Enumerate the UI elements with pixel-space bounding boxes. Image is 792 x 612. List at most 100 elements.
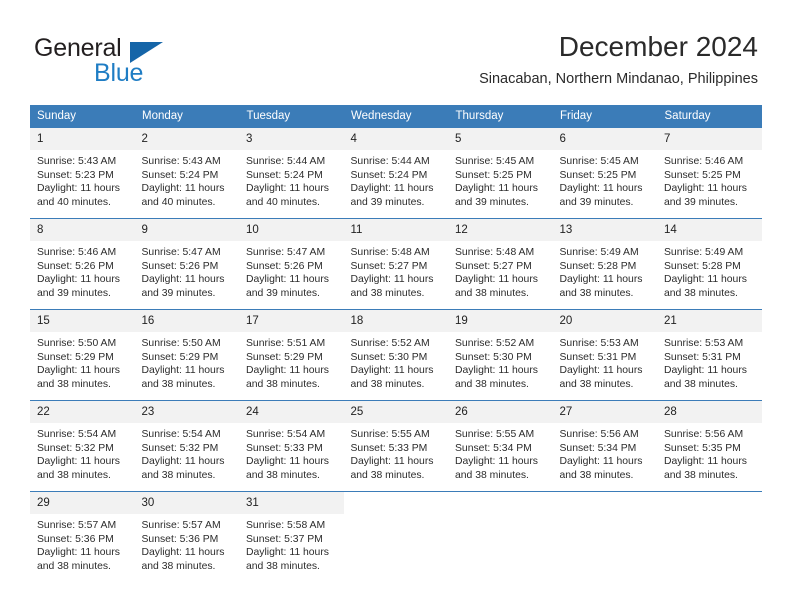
day-details <box>448 514 553 519</box>
sunset-text: Sunset: 5:36 PM <box>37 533 114 545</box>
day-details: Sunrise: 5:44 AM Sunset: 5:24 PM Daylight:… <box>239 150 344 209</box>
general-blue-logo[interactable]: General Blue <box>34 34 234 88</box>
sunset-text: Sunset: 5:24 PM <box>246 169 323 181</box>
calendar-day-cell[interactable]: 30 Sunrise: 5:57 AM Sunset: 5:36 PM Dayligh… <box>134 491 239 582</box>
day-cell-inner <box>343 492 448 582</box>
day-details: Sunrise: 5:44 AM Sunset: 5:24 PM Daylight:… <box>344 150 449 209</box>
calendar-day-cell[interactable]: 11 Sunrise: 5:48 AM Sunset: 5:27 PM Dayligh… <box>343 218 448 310</box>
sunset-text: Sunset: 5:26 PM <box>246 260 323 272</box>
calendar-day-cell[interactable]: 28 Sunrise: 5:56 AM Sunset: 5:35 PM Dayligh… <box>657 400 762 492</box>
calendar-day-cell[interactable]: 8 Sunrise: 5:46 AM Sunset: 5:26 PM Daylight… <box>30 218 135 310</box>
day-number: 15 <box>30 310 135 332</box>
calendar-day-cell[interactable]: 1 Sunrise: 5:43 AM Sunset: 5:23 PM Daylight… <box>30 127 135 219</box>
daylight-text-line2: and 38 minutes. <box>559 287 634 299</box>
calendar-day-cell-empty <box>448 491 553 582</box>
calendar-day-cell[interactable]: 13 Sunrise: 5:49 AM Sunset: 5:28 PM Dayligh… <box>552 218 657 310</box>
calendar-day-cell[interactable]: 21 Sunrise: 5:53 AM Sunset: 5:31 PM Dayligh… <box>657 309 762 401</box>
calendar-day-cell[interactable]: 10 Sunrise: 5:47 AM Sunset: 5:26 PM Dayligh… <box>239 218 344 310</box>
sunset-text: Sunset: 5:25 PM <box>559 169 637 181</box>
day-details: Sunrise: 5:43 AM Sunset: 5:24 PM Daylight:… <box>135 150 240 209</box>
day-details: Sunrise: 5:45 AM Sunset: 5:25 PM Daylight:… <box>553 150 658 209</box>
sunset-text: Sunset: 5:36 PM <box>141 533 219 545</box>
weekday-header-monday: Monday <box>134 105 240 128</box>
calendar-day-cell[interactable]: 17 Sunrise: 5:51 AM Sunset: 5:29 PM Dayligh… <box>239 309 344 401</box>
day-number: 12 <box>448 219 553 241</box>
day-details: Sunrise: 5:49 AM Sunset: 5:28 PM Daylight:… <box>657 241 762 300</box>
daylight-text-line1: Daylight: 11 hours <box>37 365 120 377</box>
calendar-day-cell[interactable]: 23 Sunrise: 5:54 AM Sunset: 5:32 PM Dayligh… <box>134 400 239 492</box>
day-number: 31 <box>239 492 344 514</box>
calendar-day-cell[interactable]: 22 Sunrise: 5:54 AM Sunset: 5:32 PM Dayligh… <box>30 400 135 492</box>
day-cell-inner: 26 Sunrise: 5:55 AM Sunset: 5:34 PM Dayligh… <box>448 401 553 491</box>
calendar-day-cell[interactable]: 27 Sunrise: 5:56 AM Sunset: 5:34 PM Dayligh… <box>552 400 658 492</box>
sunset-text: Sunset: 5:27 PM <box>455 260 532 272</box>
daylight-text-line1: Daylight: 11 hours <box>559 274 643 286</box>
day-number: 8 <box>30 219 135 241</box>
sunrise-text: Sunrise: 5:55 AM <box>350 429 430 440</box>
sunrise-text: Sunrise: 5:49 AM <box>664 247 744 258</box>
day-cell-inner: 12 Sunrise: 5:48 AM Sunset: 5:27 PM Dayligh… <box>448 219 553 309</box>
daylight-text-line1: Daylight: 11 hours <box>141 274 225 286</box>
daylight-text-line2: and 39 minutes. <box>350 196 425 208</box>
day-cell-inner: 22 Sunrise: 5:54 AM Sunset: 5:32 PM Dayligh… <box>30 401 135 491</box>
day-cell-inner: 10 Sunrise: 5:47 AM Sunset: 5:26 PM Dayligh… <box>239 219 344 309</box>
day-number <box>343 492 448 514</box>
daylight-text-line1: Daylight: 11 hours <box>455 183 538 195</box>
day-details: Sunrise: 5:47 AM Sunset: 5:26 PM Daylight:… <box>135 241 240 300</box>
daylight-text-line2: and 38 minutes. <box>37 469 111 481</box>
calendar-day-cell[interactable]: 24 Sunrise: 5:54 AM Sunset: 5:33 PM Dayligh… <box>239 400 344 492</box>
sunrise-text: Sunrise: 5:52 AM <box>350 338 430 349</box>
calendar-day-cell[interactable]: 29 Sunrise: 5:57 AM Sunset: 5:36 PM Dayligh… <box>30 491 135 582</box>
calendar-day-cell[interactable]: 14 Sunrise: 5:49 AM Sunset: 5:28 PM Dayligh… <box>657 218 762 310</box>
daylight-text-line1: Daylight: 11 hours <box>455 274 538 286</box>
daylight-text-line2: and 40 minutes. <box>141 196 216 208</box>
daylight-text-line2: and 38 minutes. <box>246 469 320 481</box>
calendar-day-cell[interactable]: 3 Sunrise: 5:44 AM Sunset: 5:24 PM Daylight… <box>239 127 344 219</box>
day-cell-inner: 23 Sunrise: 5:54 AM Sunset: 5:32 PM Dayligh… <box>134 401 239 491</box>
sunset-text: Sunset: 5:26 PM <box>141 260 219 272</box>
daylight-text-line2: and 39 minutes. <box>246 287 320 299</box>
calendar-day-cell[interactable]: 16 Sunrise: 5:50 AM Sunset: 5:29 PM Dayligh… <box>134 309 239 401</box>
sunset-text: Sunset: 5:31 PM <box>559 351 637 363</box>
daylight-text-line2: and 39 minutes. <box>664 196 738 208</box>
day-number: 30 <box>134 492 239 514</box>
calendar-day-cell[interactable]: 18 Sunrise: 5:52 AM Sunset: 5:30 PM Dayligh… <box>343 309 448 401</box>
day-details: Sunrise: 5:43 AM Sunset: 5:23 PM Daylight:… <box>30 150 135 209</box>
sunrise-text: Sunrise: 5:49 AM <box>559 247 639 258</box>
page-subtitle: Sinacaban, Northern Mindanao, Philippine… <box>479 71 758 87</box>
calendar-day-cell[interactable]: 19 Sunrise: 5:52 AM Sunset: 5:30 PM Dayligh… <box>448 309 553 401</box>
day-number: 29 <box>30 492 135 514</box>
daylight-text-line1: Daylight: 11 hours <box>141 456 225 468</box>
calendar-day-cell[interactable]: 2 Sunrise: 5:43 AM Sunset: 5:24 PM Daylight… <box>134 127 240 219</box>
calendar-day-cell[interactable]: 7 Sunrise: 5:46 AM Sunset: 5:25 PM Daylight… <box>657 127 762 219</box>
calendar-day-cell[interactable]: 12 Sunrise: 5:48 AM Sunset: 5:27 PM Dayligh… <box>448 218 553 310</box>
sunrise-text: Sunrise: 5:58 AM <box>246 520 326 531</box>
calendar-day-cell-empty <box>343 491 448 582</box>
sunset-text: Sunset: 5:35 PM <box>664 442 741 454</box>
day-details: Sunrise: 5:53 AM Sunset: 5:31 PM Daylight:… <box>657 332 762 391</box>
calendar-day-cell[interactable]: 9 Sunrise: 5:47 AM Sunset: 5:26 PM Daylight… <box>134 218 240 310</box>
calendar-day-cell[interactable]: 6 Sunrise: 5:45 AM Sunset: 5:25 PM Daylight… <box>552 127 658 219</box>
daylight-text-line1: Daylight: 11 hours <box>141 547 225 559</box>
day-details <box>657 514 762 519</box>
day-details: Sunrise: 5:56 AM Sunset: 5:34 PM Daylight:… <box>553 423 658 482</box>
daylight-text-line1: Daylight: 11 hours <box>350 274 434 286</box>
day-details: Sunrise: 5:57 AM Sunset: 5:36 PM Daylight:… <box>30 514 135 573</box>
logo-text-blue: Blue <box>94 59 144 87</box>
calendar-day-cell[interactable]: 4 Sunrise: 5:44 AM Sunset: 5:24 PM Daylight… <box>343 127 449 219</box>
daylight-text-line2: and 38 minutes. <box>559 378 634 390</box>
day-number: 17 <box>239 310 344 332</box>
calendar-day-cell[interactable]: 26 Sunrise: 5:55 AM Sunset: 5:34 PM Dayligh… <box>448 400 553 492</box>
calendar-day-cell[interactable]: 5 Sunrise: 5:45 AM Sunset: 5:25 PM Daylight… <box>448 127 553 219</box>
day-number: 4 <box>343 128 448 150</box>
daylight-text-line1: Daylight: 11 hours <box>664 365 747 377</box>
calendar-day-cell[interactable]: 15 Sunrise: 5:50 AM Sunset: 5:29 PM Dayligh… <box>30 309 135 401</box>
calendar-day-cell[interactable]: 31 Sunrise: 5:58 AM Sunset: 5:37 PM Dayligh… <box>239 491 344 582</box>
daylight-text-line1: Daylight: 11 hours <box>246 274 329 286</box>
day-details: Sunrise: 5:56 AM Sunset: 5:35 PM Daylight:… <box>657 423 762 482</box>
calendar-day-cell[interactable]: 20 Sunrise: 5:53 AM Sunset: 5:31 PM Dayligh… <box>552 309 657 401</box>
day-cell-inner: 15 Sunrise: 5:50 AM Sunset: 5:29 PM Dayligh… <box>30 310 135 400</box>
sunset-text: Sunset: 5:34 PM <box>559 442 637 454</box>
daylight-text-line1: Daylight: 11 hours <box>246 365 329 377</box>
calendar-day-cell[interactable]: 25 Sunrise: 5:55 AM Sunset: 5:33 PM Dayligh… <box>343 400 448 492</box>
